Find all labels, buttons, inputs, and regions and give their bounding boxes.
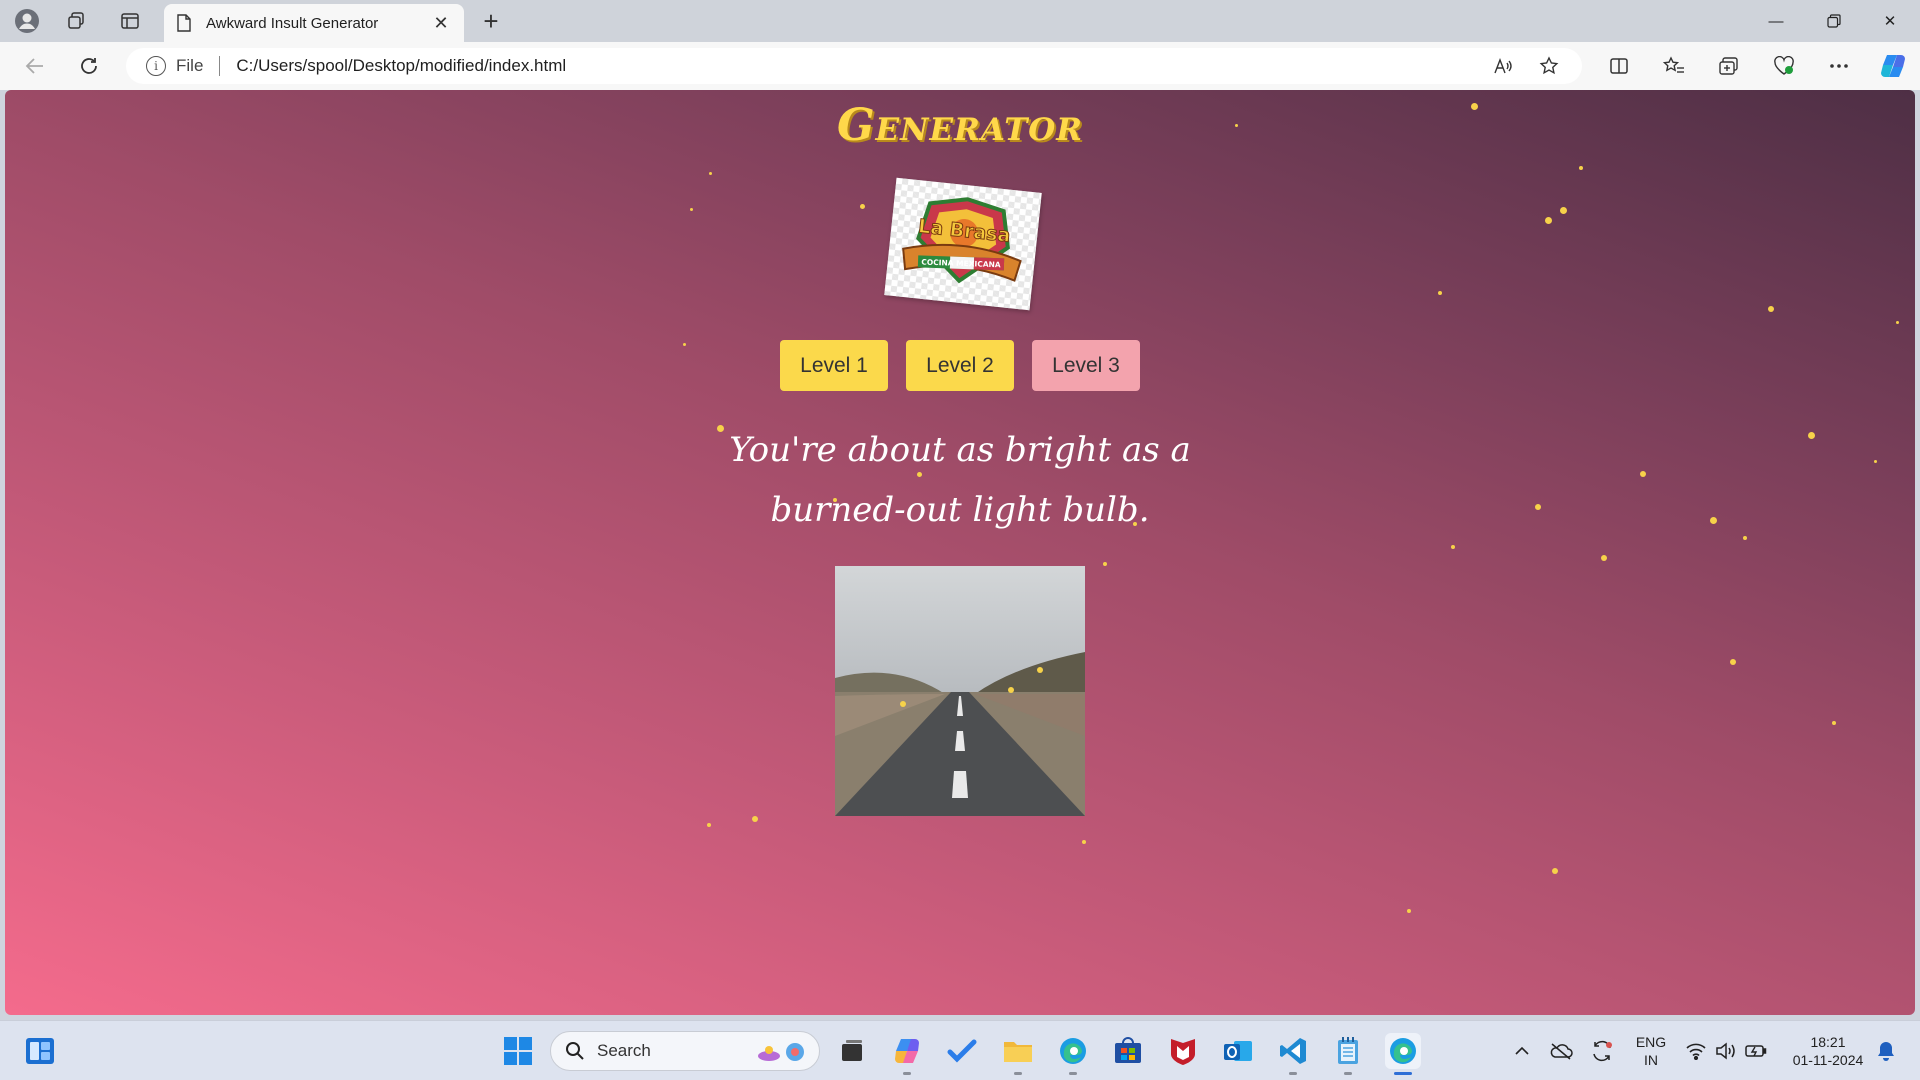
- copilot-icon[interactable]: [1876, 50, 1910, 82]
- running-indicator: [903, 1072, 911, 1075]
- sparkle-dot: [1545, 217, 1552, 224]
- new-tab-icon[interactable]: +: [476, 6, 506, 36]
- running-indicator: [1014, 1072, 1022, 1075]
- profile-icon[interactable]: [11, 6, 43, 36]
- widgets-icon[interactable]: [22, 1033, 58, 1069]
- sparkle-dot: [1560, 207, 1567, 214]
- page-title: Generator: [836, 100, 1084, 151]
- copilot-app-icon[interactable]: [889, 1033, 925, 1075]
- sparkle-dot: [1407, 909, 1411, 913]
- address-separator: [219, 56, 221, 76]
- sparkle-dot: [1896, 321, 1899, 324]
- sparkle-dot: [1730, 659, 1736, 665]
- running-indicator: [1289, 1072, 1297, 1075]
- read-aloud-icon[interactable]: [1490, 56, 1516, 76]
- refresh-icon[interactable]: [72, 50, 106, 82]
- region-code: IN: [1644, 1052, 1658, 1068]
- address-scheme: File: [176, 56, 204, 75]
- search-highlight-icon: [758, 1043, 804, 1061]
- running-indicator: [1344, 1072, 1352, 1075]
- sparkle-dot: [1874, 460, 1877, 463]
- address-bar[interactable]: i File C:/Users/spool/Desktop/modified/i…: [126, 48, 1582, 84]
- notepad-icon[interactable]: [1330, 1033, 1366, 1075]
- tab-actions-icon[interactable]: [114, 6, 146, 36]
- sync-icon[interactable]: [1586, 1033, 1618, 1069]
- browser-essentials-icon[interactable]: [1767, 50, 1801, 82]
- sparkle-dot: [1451, 545, 1455, 549]
- sparkle-dot: [1082, 840, 1086, 844]
- taskbar: Search ENG IN 18:21 01-11-2024: [0, 1020, 1920, 1080]
- tab-close-icon[interactable]: ✕: [430, 13, 452, 34]
- info-icon[interactable]: i: [146, 56, 166, 76]
- clock[interactable]: 18:21 01-11-2024: [1780, 1033, 1876, 1069]
- minimize-icon[interactable]: —: [1748, 0, 1804, 42]
- sparkle-dot: [1832, 721, 1836, 725]
- close-window-icon[interactable]: ✕: [1862, 0, 1918, 42]
- windows-start-icon[interactable]: [500, 1033, 536, 1069]
- level-1-button[interactable]: Level 1: [780, 340, 888, 391]
- running-indicator: [1069, 1072, 1077, 1075]
- sparkle-dot: [707, 823, 711, 827]
- active-indicator: [1394, 1072, 1412, 1075]
- favorite-star-icon[interactable]: [1536, 56, 1562, 76]
- sparkle-dot: [1535, 504, 1541, 510]
- sparkle-dot: [1601, 555, 1607, 561]
- more-menu-icon[interactable]: [1822, 50, 1856, 82]
- page-viewport: Generator La Brasa COCINA MEXICANA Level…: [5, 90, 1915, 1015]
- split-screen-icon[interactable]: [1602, 50, 1636, 82]
- insult-text: You're about as bright as a burned-out l…: [729, 430, 1191, 530]
- store-icon[interactable]: [1110, 1033, 1146, 1069]
- tab-active[interactable]: Awkward Insult Generator ✕: [164, 4, 464, 42]
- road-image: [835, 566, 1085, 816]
- level-buttons: Level 1 Level 2 Level 3: [5, 340, 1915, 391]
- page-icon: [177, 14, 191, 32]
- onedrive-offline-icon[interactable]: [1545, 1033, 1577, 1069]
- sparkle-dot: [1552, 868, 1558, 874]
- taskbar-search[interactable]: Search: [550, 1031, 820, 1071]
- tab-title: Awkward Insult Generator: [206, 14, 379, 32]
- sparkle-dot: [1438, 291, 1442, 295]
- clock-time: 18:21: [1810, 1034, 1846, 1050]
- collections-icon[interactable]: [1712, 50, 1746, 82]
- notification-bell-icon[interactable]: [1868, 1033, 1904, 1069]
- language-indicator[interactable]: ENG IN: [1628, 1033, 1674, 1069]
- search-icon: [566, 1042, 584, 1060]
- restore-icon[interactable]: [1806, 0, 1862, 42]
- sparkle-dot: [1640, 471, 1646, 477]
- search-placeholder: Search: [597, 1041, 651, 1060]
- volume-icon[interactable]: [1710, 1033, 1742, 1069]
- edge-icon[interactable]: [1055, 1033, 1091, 1075]
- mcafee-icon[interactable]: [1165, 1033, 1201, 1069]
- vscode-icon[interactable]: [1275, 1033, 1311, 1075]
- sparkle-dot: [1768, 306, 1774, 312]
- sparkle-dot: [1579, 166, 1583, 170]
- outlook-icon[interactable]: [1220, 1033, 1256, 1069]
- file-explorer-icon[interactable]: [1000, 1033, 1036, 1075]
- sparkle-dot: [690, 208, 693, 211]
- sparkle-dot: [1103, 562, 1107, 566]
- favorites-icon[interactable]: [1657, 50, 1691, 82]
- language-code: ENG: [1635, 1034, 1667, 1050]
- edge-active-icon[interactable]: [1385, 1033, 1421, 1075]
- sparkle-dot: [752, 816, 758, 822]
- sparkle-dot: [860, 204, 865, 209]
- sparkle-dot: [1710, 517, 1717, 524]
- wifi-icon[interactable]: [1680, 1033, 1712, 1069]
- browser-toolbar: i File C:/Users/spool/Desktop/modified/i…: [0, 42, 1920, 90]
- sparkle-dot: [1808, 432, 1815, 439]
- level-3-button[interactable]: Level 3: [1032, 340, 1140, 391]
- clock-date: 01-11-2024: [1792, 1052, 1864, 1068]
- todo-icon[interactable]: [944, 1033, 980, 1069]
- battery-icon[interactable]: [1740, 1033, 1772, 1069]
- level-2-button[interactable]: Level 2: [906, 340, 1014, 391]
- browser-tab-strip: Awkward Insult Generator ✕ + — ✕: [0, 0, 1920, 42]
- workspaces-icon[interactable]: [60, 6, 92, 36]
- back-icon[interactable]: [18, 50, 52, 82]
- task-view-icon[interactable]: [834, 1033, 870, 1069]
- sparkle-dot: [709, 172, 712, 175]
- la-brasa-logo: La Brasa COCINA MEXICANA: [884, 177, 1042, 311]
- chevron-up-icon[interactable]: [1504, 1033, 1540, 1069]
- address-url[interactable]: C:/Users/spool/Desktop/modified/index.ht…: [236, 56, 566, 76]
- sparkle-dot: [1743, 536, 1747, 540]
